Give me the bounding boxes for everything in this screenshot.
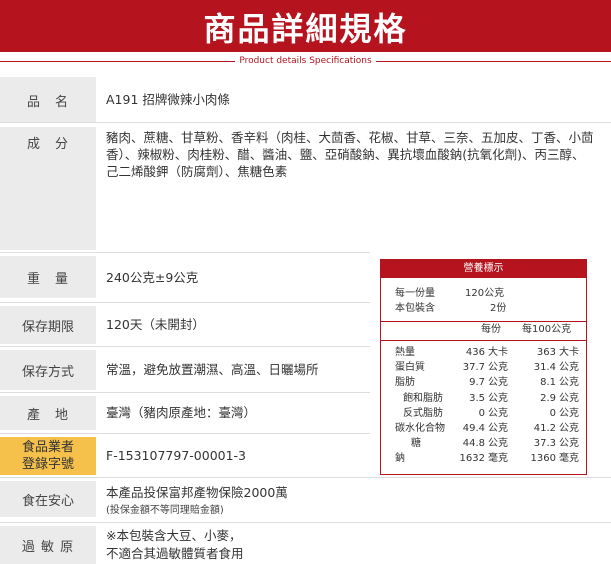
nutrient-name: 熱量 [395,347,415,358]
row-divider [0,252,370,253]
nutrition-table: 營養標示 每一份量 120公克 本包裝含 2份 每份 每100公克 熱量 436 大… [380,259,587,475]
nutrient-per-100g: 1360 [530,453,556,465]
column-header-per-serving: 每份 [481,324,501,335]
nutrient-name: 飽和脂肪 [403,392,443,404]
nutrient-per-100g: 31.4 [533,362,556,374]
row-divider [0,302,370,303]
registration-label-line1: 食品業者 [21,440,74,455]
nutrient-per-100g-unit: 公克 [559,362,579,374]
nutrient-per-serving: 0 [478,407,485,419]
ingredients-label: 成 分 [0,127,96,250]
row-divider [0,522,611,523]
name-value: A191 招牌微辣小肉條 [106,92,230,107]
serving-size-value: 120公克 [465,288,505,299]
allergen-line-1: ※本包裝含大豆、小麥， [106,528,242,543]
nutrient-per-serving-unit: 公克 [488,438,508,450]
nutrient-name: 糖 [411,438,421,450]
nutrient-per-100g-unit: 公克 [559,423,579,434]
nutrient-per-serving-unit: 公克 [488,423,508,434]
nutrient-per-serving-unit: 公克 [488,392,508,404]
nutrient-per-serving-unit: 公克 [488,362,508,374]
row-divider [0,477,611,478]
registration-label-line2: 登錄字號 [21,457,74,472]
allergen-line-2: 不適合其過敏體質者食用 [106,546,244,561]
nutrient-per-serving: 3.5 [469,392,485,404]
row-divider [0,392,370,393]
nutrient-per-100g-unit: 毫克 [559,453,579,465]
nutrient-per-serving: 37.7 [462,362,485,374]
shelf-life-value: 120天（未開封） [106,317,205,332]
header-banner: 商品詳細規格 [0,0,611,52]
storage-value: 常溫，避免放置潮濕、高溫、日曬場所 [106,362,319,377]
nutrient-per-100g: 8.1 [540,377,556,389]
nutrient-per-serving: 44.8 [462,438,485,450]
nutrient-per-100g-unit: 公克 [559,377,579,389]
nutrient-name: 脂肪 [395,377,415,389]
nutrient-name: 蛋白質 [395,362,425,374]
nutrient-per-100g: 41.2 [533,423,556,434]
row-divider [0,433,370,434]
nutrient-per-serving: 9.7 [469,377,485,389]
nutrient-name: 碳水化合物 [395,423,445,434]
row-divider [0,122,611,123]
subtitle-bar: Product details Specifications [0,55,611,67]
allergen-label: 過 敏 原 [0,526,96,564]
table-divider [381,321,586,322]
weight-label: 重 量 [0,256,96,298]
page-title: 商品詳細規格 [203,10,408,48]
row-divider [0,346,370,347]
servings-label: 本包裝含 [395,303,435,314]
nutrient-per-serving: 436 [465,347,485,358]
safety-note: (投保金額不等同理賠金額) [106,505,224,516]
nutrition-title: 營養標示 [381,260,586,278]
serving-size-label: 每一份量 [395,288,435,299]
nutrient-name: 反式脂肪 [403,407,443,419]
nutrient-per-100g: 2.9 [540,392,556,404]
nutrient-per-serving-unit: 公克 [488,407,508,419]
registration-label: 食品業者 登錄字號 [0,437,96,475]
nutrient-per-100g: 0 [549,407,556,419]
column-header-per-100g: 每100公克 [522,324,572,335]
page-subtitle: Product details Specifications [235,56,376,66]
nutrient-per-serving-unit: 公克 [488,377,508,389]
name-label: 品 名 [0,77,96,123]
nutrient-per-serving-unit: 毫克 [488,453,508,465]
shelf-life-label: 保存期限 [0,306,96,344]
origin-value: 臺灣（豬肉原產地：臺灣） [106,405,257,420]
table-divider [381,340,586,341]
nutrient-per-serving-unit: 大卡 [488,347,508,358]
registration-value: F-153107797-00001-3 [106,448,247,463]
nutrient-name: 鈉 [395,453,405,465]
nutrient-per-100g-unit: 公克 [559,407,579,419]
weight-value: 240公克±9公克 [106,270,199,285]
safety-label: 食在安心 [0,481,96,517]
safety-value: 本產品投保富邦產物保險2000萬 [106,485,288,500]
nutrient-per-100g-unit: 大卡 [559,347,579,358]
storage-label: 保存方式 [0,350,96,390]
nutrient-per-100g-unit: 公克 [559,392,579,404]
nutrient-per-serving: 49.4 [462,423,485,434]
origin-label: 產 地 [0,396,96,430]
ingredients-value: 豬肉、蔗糖、甘草粉、香辛料（肉桂、大茴香、花椒、甘草、三奈、五加皮、丁香、小茴香… [106,130,594,179]
nutrient-per-100g: 37.3 [533,438,556,450]
nutrient-per-100g: 363 [536,347,556,358]
nutrient-per-100g-unit: 公克 [559,438,579,450]
nutrient-per-serving: 1632 [459,453,485,465]
servings-value: 2份 [490,303,507,314]
